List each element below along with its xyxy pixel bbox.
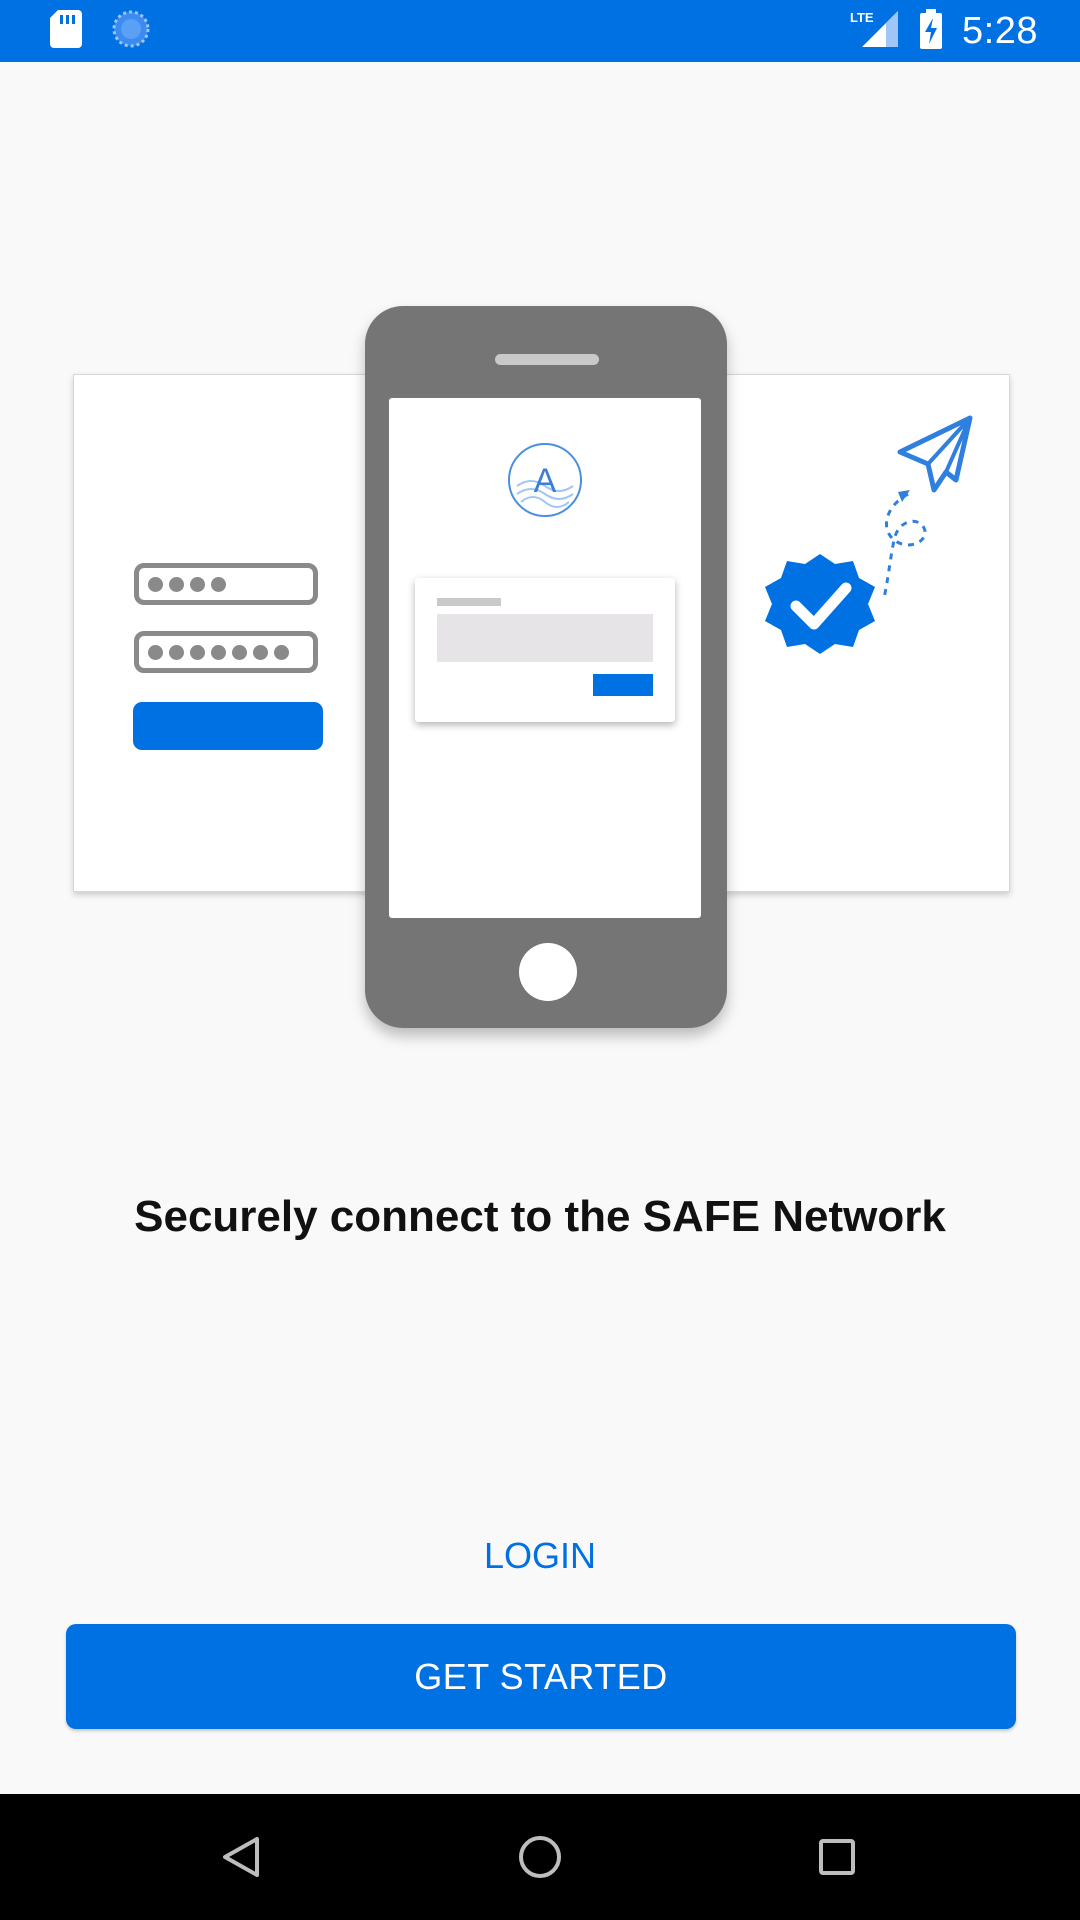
- nav-home-button[interactable]: [505, 1822, 575, 1892]
- welcome-screen: LTE 5:28 A Securely connect to the SAFE …: [0, 0, 1080, 1920]
- form-button-graphic: [133, 702, 323, 750]
- login-button[interactable]: LOGIN: [440, 1530, 640, 1582]
- navigation-bar: [0, 1794, 1080, 1920]
- get-started-button[interactable]: GET STARTED: [66, 1624, 1016, 1729]
- nav-back-button[interactable]: [206, 1822, 276, 1892]
- pin-dot: [211, 576, 226, 592]
- verified-badge-graphic: [765, 415, 973, 654]
- login-form-panel: [73, 374, 375, 892]
- verified-badge-icon: [765, 554, 875, 654]
- pin-dot: [148, 576, 163, 592]
- status-bar: LTE 5:28: [0, 0, 1080, 62]
- status-time: 5:28: [962, 9, 1038, 52]
- arrow-head-graphic: [898, 490, 910, 502]
- password-field-graphic: [134, 631, 318, 673]
- status-bar-left: [50, 0, 150, 62]
- network-type-label: LTE: [850, 10, 874, 25]
- flight-path-graphic: [882, 492, 927, 599]
- nav-recents-button[interactable]: [802, 1822, 872, 1892]
- logo-letter: A: [534, 462, 557, 500]
- phone-home-button: [519, 943, 577, 1001]
- auth-card-graphic: [415, 578, 675, 722]
- password-dot: [232, 644, 247, 660]
- card-button-graphic: [593, 674, 653, 696]
- home-icon: [519, 1836, 561, 1878]
- paper-plane-icon: [897, 415, 973, 493]
- phone-speaker: [495, 354, 599, 365]
- card-label-line: [437, 598, 501, 606]
- lte-signal-icon: LTE: [850, 9, 900, 54]
- card-input-graphic: [437, 614, 653, 662]
- password-dot: [190, 644, 205, 660]
- pin-dot: [190, 576, 205, 592]
- onboarding-illustration: A: [0, 290, 1080, 1060]
- headline: Securely connect to the SAFE Network: [134, 1192, 946, 1241]
- sync-icon: [112, 10, 150, 53]
- safe-logo-icon: A: [508, 443, 582, 517]
- password-dot: [274, 644, 289, 660]
- password-dot: [253, 644, 268, 660]
- password-dot: [169, 644, 184, 660]
- password-dot: [148, 644, 163, 660]
- recents-icon: [819, 1839, 855, 1875]
- status-bar-right: LTE 5:28: [850, 0, 1038, 62]
- battery-charging-icon: [920, 8, 943, 54]
- pin-dot: [169, 576, 184, 592]
- back-icon: [223, 1837, 259, 1877]
- sd-card-icon: [50, 9, 82, 53]
- phone-graphic: A: [365, 306, 727, 1028]
- phone-screen: A: [389, 398, 701, 918]
- pin-field-graphic: [134, 563, 318, 605]
- password-dot: [211, 644, 226, 660]
